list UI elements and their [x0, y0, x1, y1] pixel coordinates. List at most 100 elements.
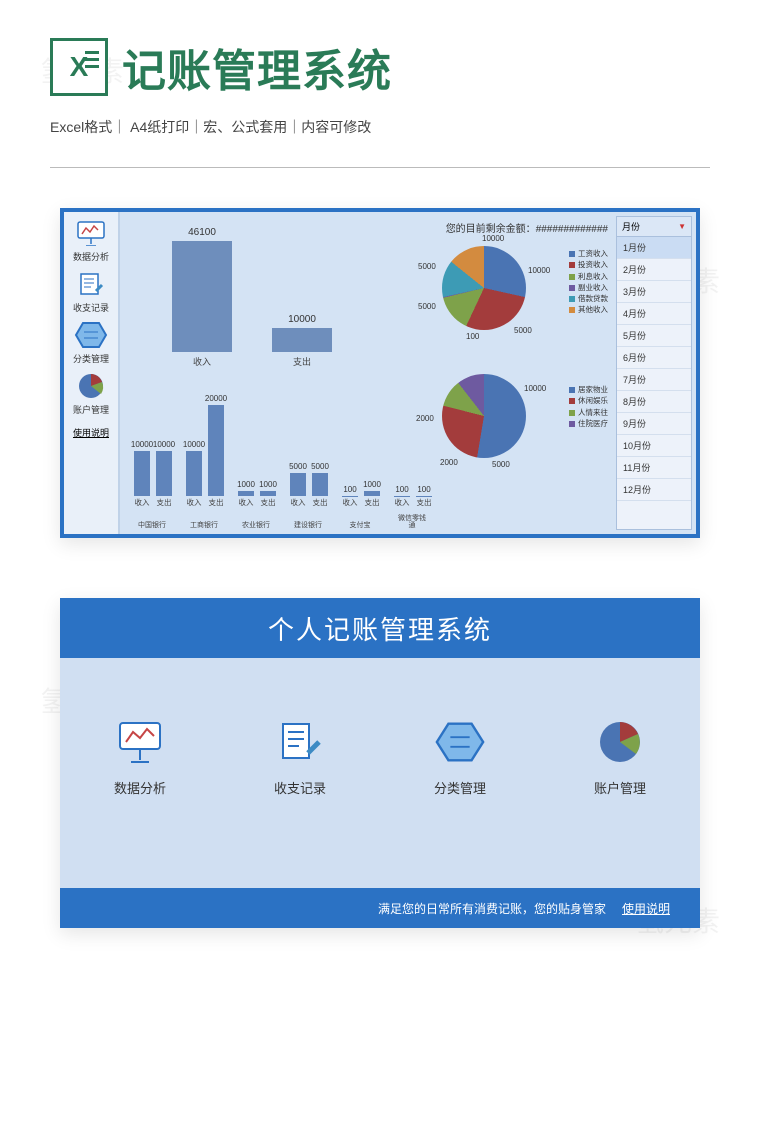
- bar: [290, 473, 306, 496]
- bar-sublabel: 支出: [208, 497, 224, 508]
- page-subtitle: Excel格式｜ A4纸打印｜宏、公式套用｜内容可修改: [50, 117, 710, 137]
- hexagon-icon: [433, 718, 487, 766]
- bar-sublabel: 支出: [156, 497, 172, 508]
- legend-item: 其他收入: [569, 304, 608, 315]
- bar-value: 1000: [253, 480, 283, 489]
- page-title: 记账管理系统: [122, 35, 392, 99]
- footer-text: 满足您的日常所有消费记账，您的贴身管家: [378, 900, 606, 917]
- divider: [50, 167, 710, 168]
- feature-accounts[interactable]: 账户管理: [593, 718, 647, 797]
- feature-records[interactable]: 收支记录: [273, 718, 327, 797]
- sidebar-item-analysis[interactable]: 数据分析: [73, 218, 109, 263]
- legend-item: 借款贷款: [569, 293, 608, 304]
- bar-sublabel: 支出: [312, 497, 328, 508]
- bar-value: 1000: [357, 480, 387, 489]
- feature-label: 收支记录: [274, 781, 326, 796]
- month-row[interactable]: 8月份: [617, 391, 691, 413]
- sidebar-item-records[interactable]: 收支记录: [73, 269, 109, 314]
- feature-label: 账户管理: [594, 781, 646, 796]
- bar-sublabel: 支出: [364, 497, 380, 508]
- legend-item: 人情来往: [569, 407, 608, 418]
- month-row[interactable]: 7月份: [617, 369, 691, 391]
- bar: 46100: [172, 241, 232, 352]
- feature-analysis[interactable]: 数据分析: [113, 718, 167, 797]
- hexagon-icon: [73, 320, 109, 350]
- sidebar-item-label: 数据分析: [73, 252, 109, 262]
- legend-item: 住院医疗: [569, 418, 608, 429]
- month-header-label: 月份: [622, 220, 640, 233]
- month-row[interactable]: 1月份: [617, 237, 691, 259]
- balance-value: #############: [536, 224, 608, 235]
- sidebar: 数据分析 收支记录 分类管理 账户管理 使用说明: [64, 212, 120, 534]
- month-row[interactable]: 5月份: [617, 325, 691, 347]
- bar: 10000: [272, 328, 332, 352]
- presentation-icon: [113, 718, 167, 766]
- landing-title: 个人记账管理系统: [60, 598, 700, 658]
- bar: [134, 451, 150, 496]
- footer-help-link[interactable]: 使用说明: [622, 900, 670, 917]
- pie-value: 5000: [418, 302, 436, 311]
- pie-value: 10000: [528, 266, 550, 275]
- bar-sublabel: 收入: [342, 497, 358, 508]
- bar-account-label: 支付宝: [344, 522, 376, 530]
- dashboard-panel: 数据分析 收支记录 分类管理 账户管理 使用说明 月份 ▼ 1月份2月份3月: [60, 208, 700, 538]
- pie-value: 5000: [492, 460, 510, 469]
- bar: [238, 491, 254, 496]
- month-row[interactable]: 2月份: [617, 259, 691, 281]
- feature-categories[interactable]: 分类管理: [433, 718, 487, 797]
- feature-label: 数据分析: [114, 781, 166, 796]
- bar: [208, 405, 224, 496]
- bar: [260, 491, 276, 496]
- sidebar-item-categories[interactable]: 分类管理: [73, 320, 109, 365]
- bar-sublabel: 收入: [394, 497, 410, 508]
- excel-icon: X: [50, 38, 108, 96]
- bar-sublabel: 收入: [238, 497, 254, 508]
- legend-item: 利息收入: [569, 271, 608, 282]
- filter-icon[interactable]: ▼: [678, 222, 686, 231]
- bar: [364, 491, 380, 496]
- page-header: X 记账管理系统 Excel格式｜ A4纸打印｜宏、公式套用｜内容可修改: [0, 0, 760, 147]
- month-row[interactable]: 9月份: [617, 413, 691, 435]
- bar: [186, 451, 202, 496]
- month-row[interactable]: 3月份: [617, 281, 691, 303]
- pie-value: 5000: [514, 326, 532, 335]
- month-row[interactable]: 4月份: [617, 303, 691, 325]
- sidebar-item-label: 账户管理: [73, 405, 109, 415]
- bar-value: 10000: [179, 440, 209, 449]
- sidebar-item-accounts[interactable]: 账户管理: [73, 371, 109, 416]
- bar-account-label: 微信零钱通: [396, 515, 428, 530]
- pie-value: 100: [466, 332, 479, 341]
- expense-pie-legend: 居家物业休闲娱乐人情来往住院医疗: [569, 384, 608, 429]
- accounts-bar-chart: 10000收入10000支出中国银行10000收入20000支出工商银行1000…: [126, 376, 426, 532]
- bar-sublabel: 收入: [186, 497, 202, 508]
- month-row[interactable]: 12月份: [617, 479, 691, 501]
- bar-account-label: 工商银行: [188, 522, 220, 530]
- bar-category: 收入: [172, 355, 232, 368]
- sidebar-item-label: 收支记录: [73, 303, 109, 313]
- pie-chart-icon: [593, 718, 647, 766]
- help-link[interactable]: 使用说明: [73, 426, 109, 439]
- legend-item: 休闲娱乐: [569, 395, 608, 406]
- bar-sublabel: 支出: [260, 497, 276, 508]
- charts-area: 您的目前剩余金额：############# 46100 收入 10000 支出 10…: [122, 216, 612, 530]
- bar-sublabel: 收入: [134, 497, 150, 508]
- bar: [312, 473, 328, 496]
- legend-item: 副业收入: [569, 282, 608, 293]
- month-row[interactable]: 11月份: [617, 457, 691, 479]
- legend-item: 投资收入: [569, 259, 608, 270]
- bar-value: 100: [409, 485, 439, 494]
- feature-label: 分类管理: [434, 781, 486, 796]
- bar-sublabel: 支出: [416, 497, 432, 508]
- pie-value: 5000: [418, 262, 436, 271]
- month-header: 月份 ▼: [617, 217, 691, 237]
- presentation-icon: [73, 218, 109, 248]
- month-row[interactable]: 10月份: [617, 435, 691, 457]
- pie-value: 10000: [482, 234, 504, 243]
- bar-category: 支出: [272, 355, 332, 368]
- month-row[interactable]: 6月份: [617, 347, 691, 369]
- legend-item: 居家物业: [569, 384, 608, 395]
- income-pie-chart: 1000010000500010050005000: [442, 246, 526, 330]
- balance-text: 您的目前剩余金额：#############: [446, 220, 608, 235]
- expense-pie-chart: 10000500020002000: [442, 374, 526, 458]
- bar-account-label: 建设银行: [292, 522, 324, 530]
